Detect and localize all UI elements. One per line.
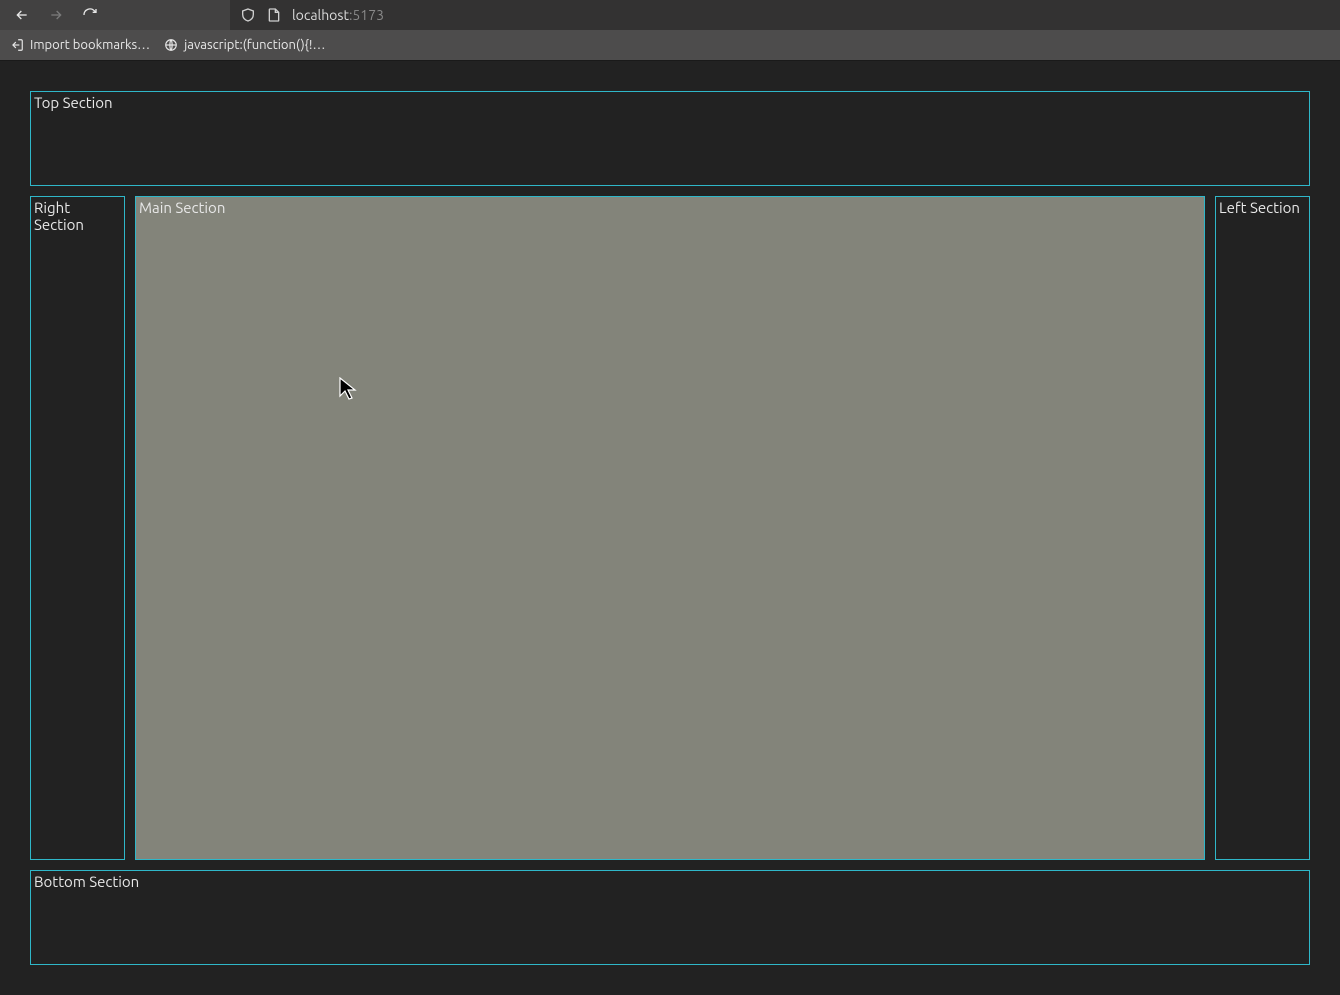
bookmark-js[interactable]: javascript:(function(){!…	[164, 38, 325, 52]
arrow-left-icon	[14, 7, 30, 23]
forward-button[interactable]	[42, 1, 70, 29]
left-section-label: Left Section	[1219, 199, 1300, 216]
bookmark-import-label: Import bookmarks…	[30, 38, 150, 52]
bottom-section: Bottom Section	[30, 870, 1310, 965]
top-section-label: Top Section	[34, 94, 113, 111]
main-section-label: Main Section	[139, 199, 225, 216]
browser-chrome: localhost:5173 Import bookmarks… javascr…	[0, 0, 1340, 61]
address-bar[interactable]: localhost:5173	[230, 0, 1340, 30]
bookmark-import[interactable]: Import bookmarks…	[10, 38, 150, 52]
middle-row: Right Section Main Section Left Section	[30, 196, 1310, 860]
back-button[interactable]	[8, 1, 36, 29]
page-content: Top Section Right Section Main Section L…	[0, 61, 1340, 995]
bookmarks-bar: Import bookmarks… javascript:(function()…	[0, 30, 1340, 60]
globe-icon	[164, 38, 178, 52]
bottom-section-label: Bottom Section	[34, 873, 139, 890]
cursor-icon	[339, 377, 357, 401]
top-section: Top Section	[30, 91, 1310, 186]
right-section: Right Section	[30, 196, 125, 860]
page-icon	[266, 7, 282, 23]
right-section-label: Right Section	[34, 199, 84, 233]
url-text: localhost:5173	[292, 7, 384, 23]
import-icon	[10, 38, 24, 52]
url-port: :5173	[349, 7, 384, 23]
reload-icon	[82, 7, 98, 23]
arrow-right-icon	[48, 7, 64, 23]
left-section: Left Section	[1215, 196, 1310, 860]
browser-nav-row: localhost:5173	[0, 0, 1340, 30]
url-host: localhost	[292, 7, 349, 23]
main-section: Main Section	[135, 196, 1205, 860]
shield-icon	[240, 7, 256, 23]
bookmark-js-label: javascript:(function(){!…	[184, 38, 325, 52]
reload-button[interactable]	[76, 1, 104, 29]
